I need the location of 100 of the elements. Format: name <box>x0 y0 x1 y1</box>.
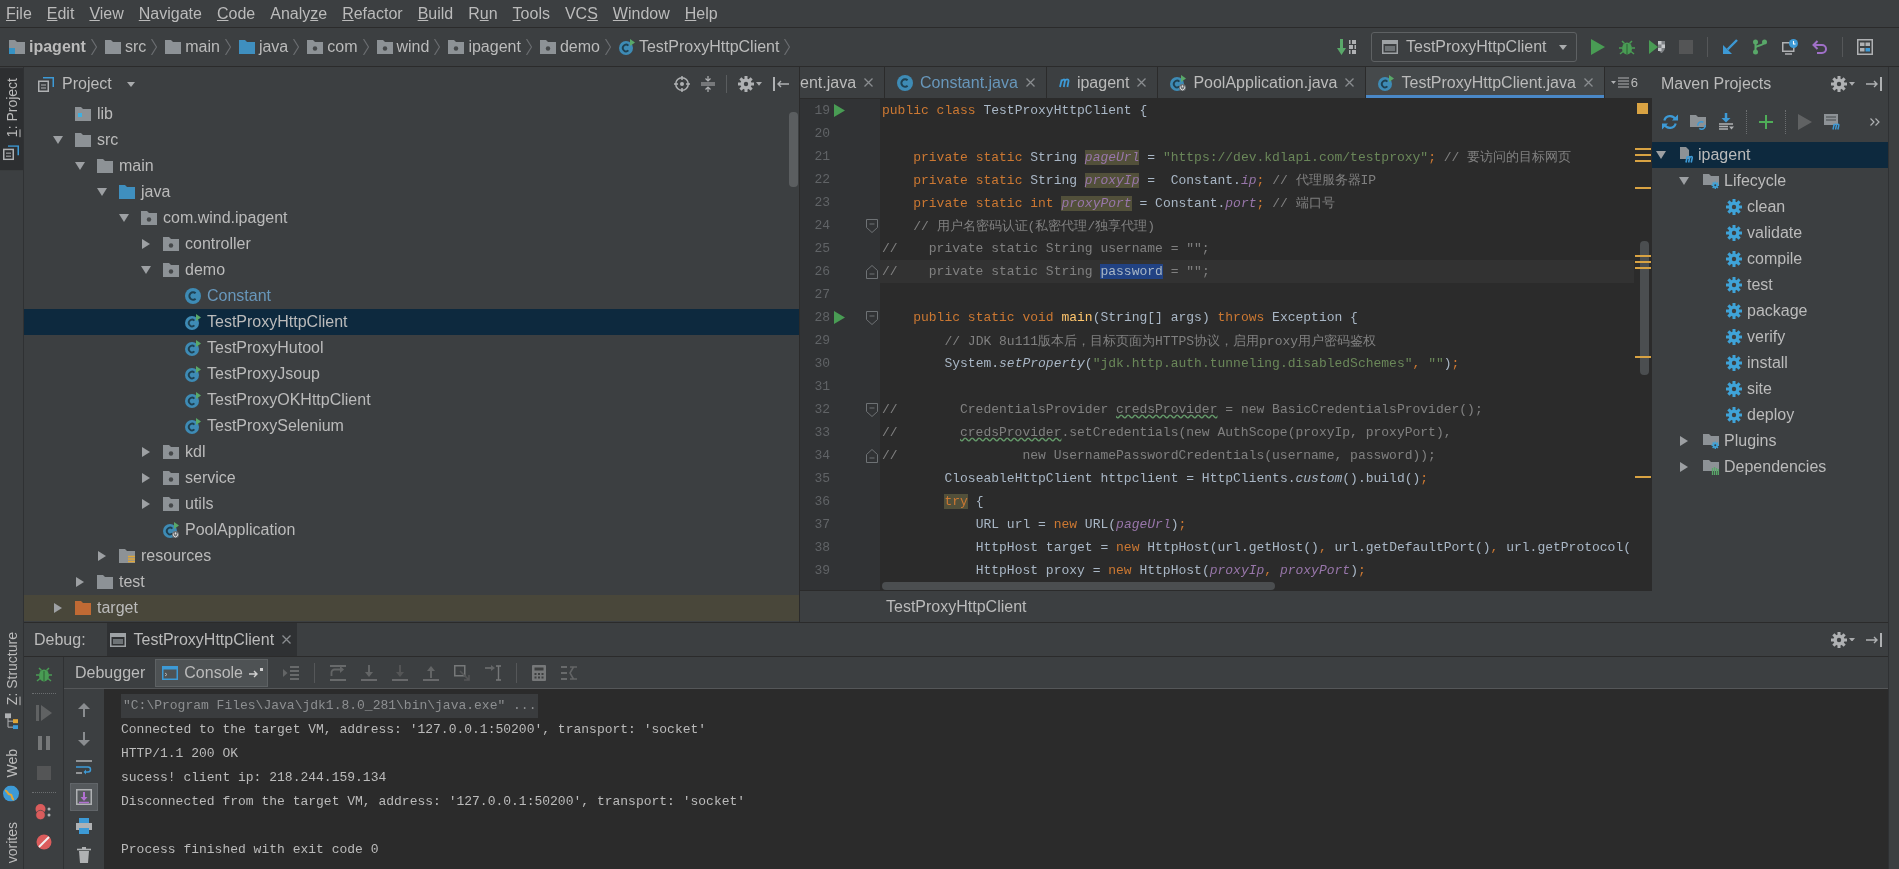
view-tab[interactable]: Debugger <box>68 658 151 687</box>
window-m-icon[interactable] <box>1824 113 1840 130</box>
disclosure-triangle-icon[interactable] <box>142 239 150 249</box>
breadcrumb-item[interactable]: java <box>258 38 289 56</box>
grid-window-icon[interactable] <box>1857 39 1873 55</box>
fold-marker-icon[interactable] <box>866 218 878 233</box>
arrow-down-left-icon[interactable] <box>1722 39 1738 55</box>
close-icon[interactable] <box>1025 78 1035 87</box>
wrap-arrow-icon[interactable] <box>76 760 92 775</box>
tree-item[interactable]: controller <box>185 235 251 253</box>
fold-marker-icon[interactable] <box>866 402 878 417</box>
tree-item[interactable]: lib <box>97 105 113 123</box>
breadcrumb-item[interactable]: ipagent <box>29 38 86 56</box>
disclosure-triangle-icon[interactable] <box>1680 462 1688 472</box>
play-icon[interactable] <box>833 311 845 324</box>
menu-item[interactable]: View <box>81 3 132 24</box>
fold-marker-icon[interactable] <box>866 310 878 325</box>
tree-item[interactable]: Constant <box>207 287 272 305</box>
menu-item[interactable]: Navigate <box>131 3 210 24</box>
panel-title[interactable]: Project <box>62 75 112 93</box>
breadcrumb-item[interactable]: src <box>124 38 147 56</box>
tree-item[interactable]: Dependencies <box>1724 458 1827 476</box>
disclosure-triangle-icon[interactable] <box>142 447 150 457</box>
undo-arrow-icon[interactable] <box>1812 40 1828 54</box>
bug-icon[interactable] <box>1619 39 1635 55</box>
disclosure-triangle-icon[interactable] <box>1679 177 1689 185</box>
crosshair-icon[interactable] <box>674 76 690 92</box>
tree-item[interactable]: TestProxySelenium <box>207 417 344 435</box>
view-tab[interactable]: Console <box>155 658 268 687</box>
caret-icon[interactable] <box>756 82 762 86</box>
tree-item[interactable]: compile <box>1747 250 1803 268</box>
disclosure-triangle-icon[interactable] <box>98 551 106 561</box>
download-icon[interactable] <box>1718 113 1734 130</box>
breadcrumb-item[interactable]: TestProxyHttpClient <box>886 597 1027 616</box>
disclosure-triangle-icon[interactable] <box>1680 436 1688 446</box>
fold-marker-icon[interactable] <box>866 264 878 279</box>
fold-marker-icon[interactable] <box>866 448 878 463</box>
refresh-icon[interactable] <box>1662 113 1678 130</box>
menu-item[interactable]: Build <box>410 3 461 24</box>
menu-item[interactable]: Tools <box>505 3 558 24</box>
disclosure-triangle-icon[interactable] <box>119 214 129 222</box>
tree-item[interactable]: resources <box>141 547 212 565</box>
tree-item[interactable]: package <box>1747 302 1808 320</box>
tree-item[interactable]: TestProxyHutool <box>207 339 324 357</box>
caret-icon[interactable] <box>1849 82 1855 86</box>
arrow-dot-icon[interactable] <box>249 667 263 678</box>
tree-item[interactable]: com.wind.ipagent <box>163 209 288 227</box>
editor-tab[interactable]: Constant.java <box>885 67 1047 98</box>
breadcrumb-item[interactable]: com <box>327 38 358 56</box>
tree-item[interactable]: TestProxyOKHttpClient <box>207 391 371 409</box>
arrow-to-edge-icon[interactable] <box>1866 77 1882 91</box>
branch-icon[interactable] <box>1752 39 1768 55</box>
caret-icon[interactable] <box>1849 637 1855 642</box>
breadcrumb-item[interactable]: wind <box>396 38 430 56</box>
disclosure-triangle-icon[interactable] <box>97 188 107 196</box>
arrow-up-icon[interactable] <box>78 702 90 717</box>
disclosure-triangle-icon[interactable] <box>75 162 85 170</box>
breadcrumb-item[interactable]: TestProxyHttpClient <box>638 38 780 56</box>
close-icon[interactable] <box>282 635 292 644</box>
overlapping-dots-icon[interactable] <box>34 804 53 820</box>
tree-item[interactable]: TestProxyJsoup <box>207 365 320 383</box>
tree-item[interactable]: Lifecycle <box>1724 172 1787 190</box>
tree-item[interactable]: demo <box>185 261 226 279</box>
settings-icon[interactable] <box>738 76 754 92</box>
run-configuration-dropdown[interactable]: TestProxyHttpClient <box>1371 32 1577 62</box>
disclosure-triangle-icon[interactable] <box>53 136 63 144</box>
arrow-down-icon[interactable] <box>78 731 90 746</box>
settings-icon[interactable] <box>1831 631 1847 648</box>
trash-icon[interactable] <box>77 846 91 863</box>
bug-icon[interactable] <box>35 666 52 682</box>
breadcrumb-item[interactable]: main <box>185 38 220 56</box>
disclosure-triangle-icon[interactable] <box>142 499 150 509</box>
tree-item[interactable]: main <box>119 157 154 175</box>
tool-window-button[interactable]: Z: Structure <box>0 626 23 736</box>
scroll-to-end-icon[interactable] <box>70 782 98 811</box>
caret-icon[interactable] <box>126 81 135 87</box>
tree-item[interactable]: TestProxyHttpClient <box>207 313 348 331</box>
caret-list-icon[interactable] <box>1610 77 1629 88</box>
menu-item[interactable]: Run <box>460 3 506 24</box>
scrollbar-thumb[interactable] <box>789 112 798 187</box>
monitor-clock-icon[interactable] <box>1782 39 1798 55</box>
menu-item[interactable]: Code <box>209 3 263 24</box>
tree-item[interactable]: service <box>185 469 236 487</box>
tree-item[interactable]: verify <box>1747 328 1786 346</box>
collapse-lines-icon[interactable] <box>701 76 715 92</box>
tool-window-button[interactable]: 1: Project <box>0 68 23 171</box>
tree-item[interactable]: clean <box>1747 198 1786 216</box>
tree-item[interactable]: install <box>1747 354 1788 372</box>
close-icon[interactable] <box>1583 78 1593 87</box>
play-icon[interactable] <box>1591 39 1605 55</box>
tree-item[interactable]: site <box>1747 380 1772 398</box>
play-icon[interactable] <box>833 104 845 117</box>
tree-item[interactable]: kdl <box>185 443 206 461</box>
tool-window-button[interactable]: Web <box>0 743 23 808</box>
menu-item[interactable]: VCS <box>557 3 606 24</box>
session-tab[interactable]: TestProxyHttpClient <box>106 623 298 656</box>
close-icon[interactable] <box>1137 78 1147 87</box>
close-icon[interactable] <box>864 78 874 87</box>
tree-item[interactable]: Plugins <box>1724 432 1777 450</box>
disclosure-triangle-icon[interactable] <box>1656 151 1666 159</box>
